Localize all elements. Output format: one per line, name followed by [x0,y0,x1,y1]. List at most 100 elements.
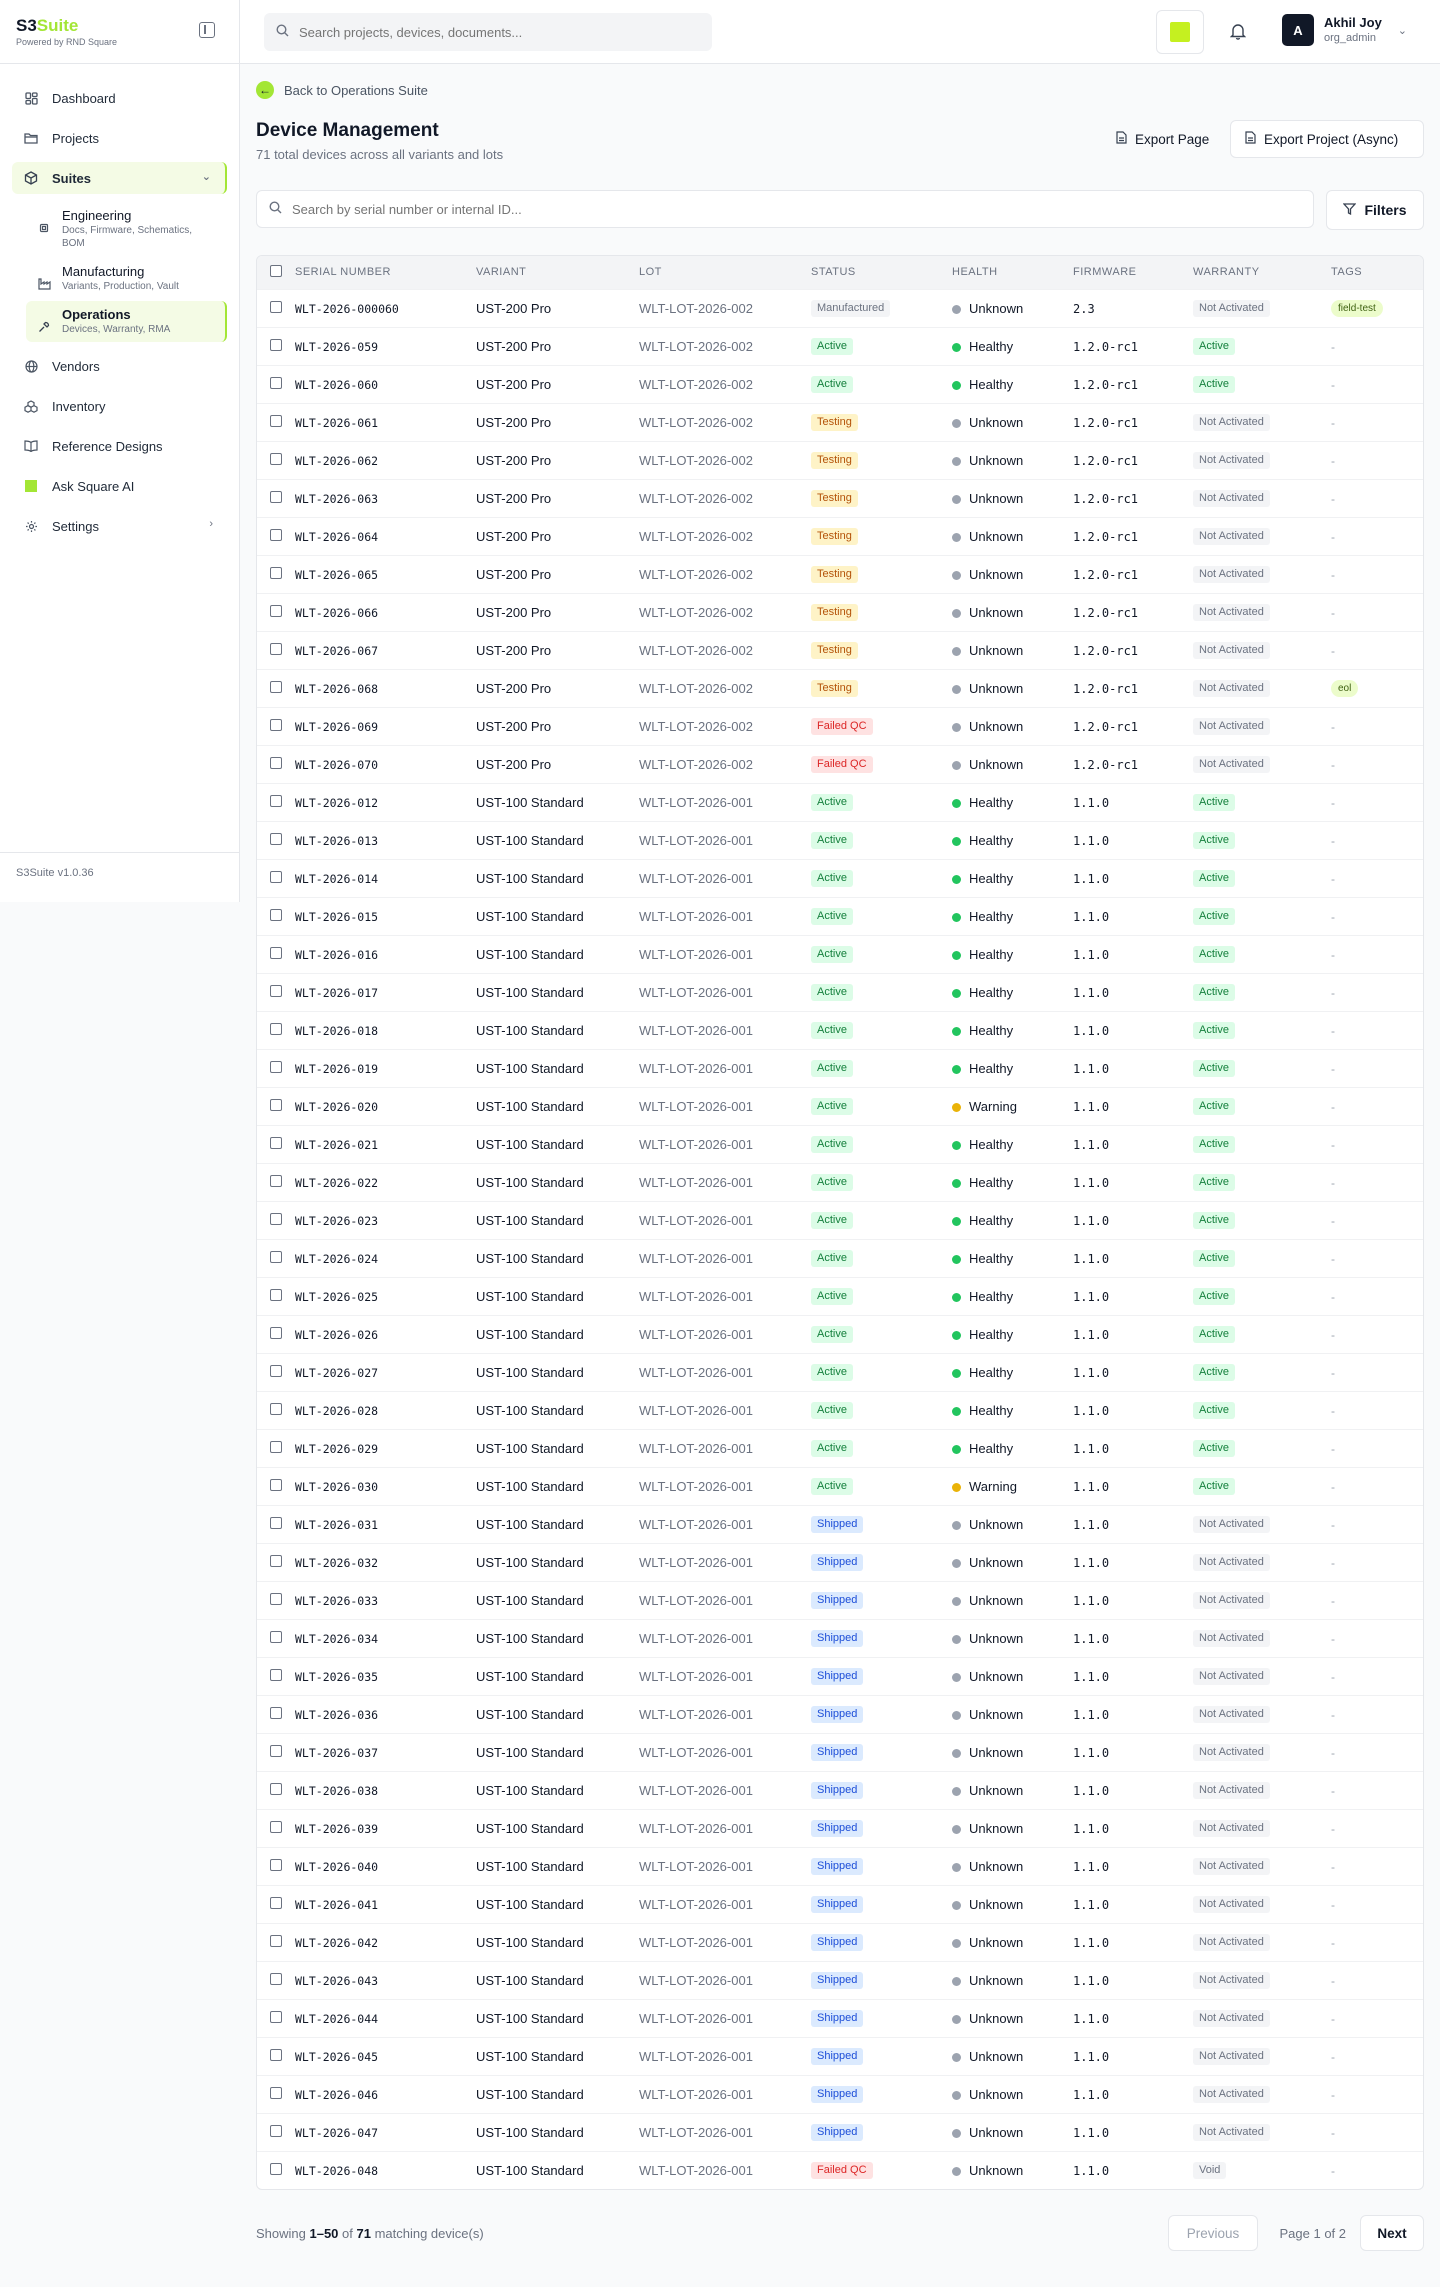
serial-number[interactable]: WLT-2026-029 [295,1442,378,1456]
filters-button[interactable]: Filters [1326,190,1424,230]
serial-number[interactable]: WLT-2026-023 [295,1214,378,1228]
serial-number[interactable]: WLT-2026-035 [295,1670,378,1684]
row-checkbox[interactable] [270,1820,282,1833]
serial-number[interactable]: WLT-2026-030 [295,1480,378,1494]
user-menu[interactable]: A Akhil Joy org_admin ⌄ [1282,14,1407,46]
table-row[interactable]: WLT-2026-019 UST-100 Standard WLT-LOT-2026… [257,1048,1423,1087]
tag-chip[interactable]: field-test [1331,300,1383,317]
row-checkbox[interactable] [270,1782,282,1795]
table-row[interactable]: WLT-2026-021 UST-100 Standard WLT-LOT-2026… [257,1124,1423,1163]
row-checkbox[interactable] [270,338,282,351]
row-checkbox[interactable] [270,490,282,503]
serial-number[interactable]: WLT-2026-036 [295,1708,378,1722]
serial-number[interactable]: WLT-2026-032 [295,1556,378,1570]
table-row[interactable]: WLT-2026-070 UST-200 Pro WLT-LOT-2026-002 F… [257,744,1423,783]
row-checkbox[interactable] [270,1212,282,1225]
table-row[interactable]: WLT-2026-069 UST-200 Pro WLT-LOT-2026-002 F… [257,706,1423,745]
sidebar-item-ask-square-ai[interactable]: Ask Square AI [12,470,227,502]
row-checkbox[interactable] [270,2162,282,2175]
serial-number[interactable]: WLT-2026-043 [295,1974,378,1988]
row-checkbox[interactable] [270,1592,282,1605]
serial-number[interactable]: WLT-2026-067 [295,644,378,658]
serial-number[interactable]: WLT-2026-026 [295,1328,378,1342]
row-checkbox[interactable] [270,794,282,807]
table-row[interactable]: WLT-2026-023 UST-100 Standard WLT-LOT-2026… [257,1200,1423,1239]
serial-number[interactable]: WLT-2026-060 [295,378,378,392]
row-checkbox[interactable] [270,680,282,693]
serial-number[interactable]: WLT-2026-028 [295,1404,378,1418]
column-header[interactable]: Firmware [1073,256,1193,289]
serial-number[interactable]: WLT-2026-045 [295,2050,378,2064]
table-row[interactable]: WLT-2026-046 UST-100 Standard WLT-LOT-2026… [257,2074,1423,2113]
back-link[interactable]: ← Back to Operations Suite [256,81,476,99]
row-checkbox[interactable] [270,1136,282,1149]
row-checkbox[interactable] [270,1630,282,1643]
table-row[interactable]: WLT-2026-027 UST-100 Standard WLT-LOT-2026… [257,1352,1423,1391]
table-row[interactable]: WLT-2026-039 UST-100 Standard WLT-LOT-2026… [257,1808,1423,1847]
row-checkbox[interactable] [270,2086,282,2099]
table-row[interactable]: WLT-2026-036 UST-100 Standard WLT-LOT-2026… [257,1694,1423,1733]
column-header[interactable]: Tags [1331,256,1423,289]
row-checkbox[interactable] [270,1402,282,1415]
row-checkbox[interactable] [270,1706,282,1719]
sidebar-subitem-engineering[interactable]: Engineering Docs, Firmware, Schematics, … [26,202,227,256]
table-row[interactable]: WLT-2026-038 UST-100 Standard WLT-LOT-2026… [257,1770,1423,1809]
table-row[interactable]: WLT-2026-024 UST-100 Standard WLT-LOT-2026… [257,1238,1423,1277]
table-row[interactable]: WLT-2026-037 UST-100 Standard WLT-LOT-2026… [257,1732,1423,1771]
serial-number[interactable]: WLT-2026-014 [295,872,378,886]
table-row[interactable]: WLT-2026-022 UST-100 Standard WLT-LOT-2026… [257,1162,1423,1201]
table-row[interactable]: WLT-2026-026 UST-100 Standard WLT-LOT-2026… [257,1314,1423,1353]
serial-number[interactable]: WLT-2026-019 [295,1062,378,1076]
serial-number[interactable]: WLT-2026-021 [295,1138,378,1152]
table-row[interactable]: WLT-2026-042 UST-100 Standard WLT-LOT-2026… [257,1922,1423,1961]
export-page-button[interactable]: Export Page [1102,120,1223,158]
table-row[interactable]: WLT-2026-066 UST-200 Pro WLT-LOT-2026-002 T… [257,592,1423,631]
column-header[interactable]: Health [952,256,1073,289]
row-checkbox[interactable] [270,946,282,959]
serial-number[interactable]: WLT-2026-018 [295,1024,378,1038]
serial-number[interactable]: WLT-2026-042 [295,1936,378,1950]
row-checkbox[interactable] [270,1972,282,1985]
row-checkbox[interactable] [270,1288,282,1301]
table-row[interactable]: WLT-2026-067 UST-200 Pro WLT-LOT-2026-002 T… [257,630,1423,669]
serial-number[interactable]: WLT-2026-047 [295,2126,378,2140]
serial-number[interactable]: WLT-2026-038 [295,1784,378,1798]
serial-number[interactable]: WLT-2026-062 [295,454,378,468]
table-row[interactable]: WLT-2026-012 UST-100 Standard WLT-LOT-2026… [257,782,1423,821]
sidebar-collapse-icon[interactable] [199,22,215,38]
table-row[interactable]: WLT-2026-000060 UST-200 Pro WLT-LOT-2026-0… [257,288,1423,327]
row-checkbox[interactable] [270,1060,282,1073]
table-row[interactable]: WLT-2026-029 UST-100 Standard WLT-LOT-2026… [257,1428,1423,1467]
table-row[interactable]: WLT-2026-059 UST-200 Pro WLT-LOT-2026-002 A… [257,326,1423,365]
row-checkbox[interactable] [270,1326,282,1339]
serial-number[interactable]: WLT-2026-000060 [295,302,399,316]
serial-number[interactable]: WLT-2026-068 [295,682,378,696]
serial-search-input[interactable] [292,201,1252,217]
row-checkbox[interactable] [270,1174,282,1187]
row-checkbox[interactable] [270,1478,282,1491]
row-checkbox[interactable] [270,1022,282,1035]
sidebar-item-dashboard[interactable]: Dashboard [12,82,227,114]
table-row[interactable]: WLT-2026-063 UST-200 Pro WLT-LOT-2026-002 T… [257,478,1423,517]
table-row[interactable]: WLT-2026-025 UST-100 Standard WLT-LOT-2026… [257,1276,1423,1315]
table-row[interactable]: WLT-2026-060 UST-200 Pro WLT-LOT-2026-002 A… [257,364,1423,403]
row-checkbox[interactable] [270,452,282,465]
sidebar-item-vendors[interactable]: Vendors [12,350,227,382]
row-checkbox[interactable] [270,1744,282,1757]
table-row[interactable]: WLT-2026-015 UST-100 Standard WLT-LOT-2026… [257,896,1423,935]
serial-number[interactable]: WLT-2026-064 [295,530,378,544]
row-checkbox[interactable] [270,1250,282,1263]
row-checkbox[interactable] [270,414,282,427]
row-checkbox[interactable] [270,832,282,845]
table-row[interactable]: WLT-2026-044 UST-100 Standard WLT-LOT-2026… [257,1998,1423,2037]
table-row[interactable]: WLT-2026-035 UST-100 Standard WLT-LOT-2026… [257,1656,1423,1695]
row-checkbox[interactable] [270,642,282,655]
table-row[interactable]: WLT-2026-062 UST-200 Pro WLT-LOT-2026-002 T… [257,440,1423,479]
table-row[interactable]: WLT-2026-013 UST-100 Standard WLT-LOT-2026… [257,820,1423,859]
row-checkbox[interactable] [270,1440,282,1453]
select-all-checkbox[interactable] [270,264,282,277]
sidebar-item-suites[interactable]: Suites ⌄ [12,162,227,194]
serial-number[interactable]: WLT-2026-061 [295,416,378,430]
tag-chip[interactable]: eol [1331,680,1359,697]
brand-logo[interactable]: S3Suite [16,16,223,36]
